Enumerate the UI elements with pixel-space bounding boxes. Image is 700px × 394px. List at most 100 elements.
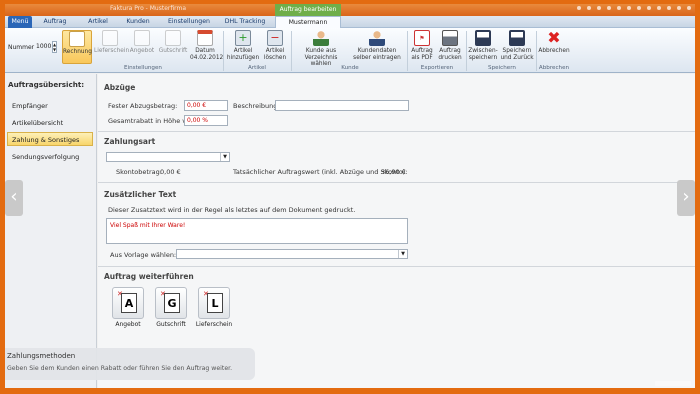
lieferschein-create-button[interactable]: ✕ L xyxy=(198,287,230,319)
button-label: Artikel xyxy=(233,48,253,54)
ribbon-tabs: Menü Auftrag Artikel Kunden Einstellunge… xyxy=(5,16,695,28)
gesamtrabatt-input[interactable]: 0,00 % xyxy=(184,115,228,126)
zusatztext-textarea[interactable]: Viel Spaß mit Ihrer Ware! xyxy=(106,218,408,244)
lieferschein-button[interactable]: Lieferschein xyxy=(94,30,129,64)
rechnung-button[interactable]: Rechnung xyxy=(62,30,92,64)
save-back-icon xyxy=(509,30,525,46)
save-icon xyxy=(475,30,491,46)
help-text: Geben Sie dem Kunden einen Rabatt oder f… xyxy=(7,365,233,372)
dot-icon xyxy=(667,6,671,10)
dot-icon xyxy=(627,6,631,10)
sidebar-item-empfaenger[interactable]: Empfänger xyxy=(7,98,93,112)
artikel-loeschen-button[interactable]: − Artikel löschen xyxy=(262,30,288,64)
dot-icon xyxy=(637,6,641,10)
ribbon-separator xyxy=(407,31,408,71)
group-label-speichern: Speichern xyxy=(488,65,516,71)
button-label: Zwischen- xyxy=(468,48,498,54)
group-label-kunde: Kunde xyxy=(341,65,359,71)
sidebar-item-sendungsverfolgung[interactable]: Sendungsverfolgung xyxy=(7,149,93,163)
calendar-icon xyxy=(197,30,213,46)
artikel-hinzufuegen-button[interactable]: + Artikel hinzufügen xyxy=(226,30,260,64)
kundendaten-eintragen-button[interactable]: Kundendaten selber eintragen xyxy=(350,30,404,64)
chevron-down-icon: ▼ xyxy=(220,153,229,161)
section-title-abzuege: Abzüge xyxy=(104,83,136,92)
section-title-weiter: Auftrag weiterführen xyxy=(104,272,194,281)
divider xyxy=(98,266,695,267)
fester-abzug-label: Fester Abzugsbetrag: xyxy=(108,102,178,110)
button-sublabel: selber eintragen xyxy=(353,54,401,61)
gesamtrabatt-label: Gesamtrabatt in Höhe von xyxy=(108,117,195,125)
button-label: Speichern xyxy=(502,48,532,54)
kunde-verzeichnis-button[interactable]: Kunde aus Verzeichnis wählen xyxy=(294,30,348,67)
vorlage-select[interactable]: ▼ xyxy=(176,249,408,259)
tab-einstellungen[interactable]: Einstellungen xyxy=(165,16,213,28)
gutschrift-create-button[interactable]: ✕ G xyxy=(155,287,187,319)
cancel-icon: ✖ xyxy=(547,28,561,47)
skonto-label: Skontobetrag: xyxy=(116,168,162,176)
button-sublabel: drucken xyxy=(438,54,462,61)
angebot-create-button[interactable]: ✕ A xyxy=(112,287,144,319)
abbrechen-button[interactable]: ✖ Abbrechen xyxy=(538,30,570,64)
sidebar-title: Auftragsübersicht: xyxy=(8,80,85,89)
divider xyxy=(98,182,695,183)
speichern-zurueck-button[interactable]: Speichern und Zurück xyxy=(500,30,534,64)
dot-icon xyxy=(577,6,581,10)
tab-auftrag[interactable]: Auftrag xyxy=(40,16,70,28)
document-a-icon xyxy=(134,30,150,46)
tab-mustermann[interactable]: Mustermann xyxy=(275,16,341,28)
cart-remove-icon: − xyxy=(267,30,283,46)
button-label: Kundendaten xyxy=(357,48,397,54)
group-label-einstellungen: Einstellungen xyxy=(124,65,162,71)
next-arrow-button[interactable]: › xyxy=(677,180,695,216)
sidebar-item-zahlung[interactable]: Zahlung & Sonstiges xyxy=(7,132,93,146)
vorlage-label: Aus Vorlage wählen: xyxy=(110,251,177,259)
group-label-exportieren: Exportieren xyxy=(420,65,454,71)
main-content: Abzüge Fester Abzugsbetrag: 0,00 € Besch… xyxy=(98,74,695,388)
document-a-icon: A xyxy=(121,293,137,313)
dot-icon xyxy=(607,6,611,10)
document-r-icon xyxy=(69,31,85,47)
sidebar: Auftragsübersicht: Empfänger Artikelüber… xyxy=(5,74,97,388)
ribbon-separator xyxy=(466,31,467,71)
ribbon-separator xyxy=(291,31,292,71)
dot-icon xyxy=(677,6,681,10)
zahlungsart-select[interactable]: ▼ xyxy=(106,152,230,162)
chevron-down-icon: ▼ xyxy=(398,250,407,258)
number-spinner[interactable]: ▲ ▼ xyxy=(52,41,57,53)
button-label: Rechnung xyxy=(63,49,92,55)
button-sublabel: speichern xyxy=(468,54,498,61)
section-title-zusatztext: Zusätzlicher Text xyxy=(104,190,177,199)
dot-icon xyxy=(687,6,691,10)
tab-artikel[interactable]: Artikel xyxy=(83,16,113,28)
auftrag-drucken-button[interactable]: Auftrag drucken xyxy=(437,30,463,64)
document-g-icon xyxy=(165,30,181,46)
customer-icon xyxy=(313,30,329,46)
sidebar-item-artikeluebersicht[interactable]: Artikelübersicht xyxy=(7,115,93,129)
angebot-button[interactable]: Angebot xyxy=(128,30,156,64)
cart-add-icon: + xyxy=(235,30,251,46)
datum-button[interactable]: Datum 04.02.2012 xyxy=(190,30,223,64)
button-sublabel: löschen xyxy=(263,54,287,61)
prev-arrow-button[interactable]: ‹ xyxy=(5,180,23,216)
number-label: Nummer xyxy=(8,44,35,51)
beschreibung-input[interactable] xyxy=(275,100,409,111)
button-sublabel: als PDF xyxy=(411,54,433,61)
button-sublabel: und Zurück xyxy=(500,54,534,61)
auftrag-pdf-button[interactable]: ⚑ Auftrag als PDF xyxy=(409,30,435,64)
button-label: Datum xyxy=(195,48,215,54)
tab-kunden[interactable]: Kunden xyxy=(123,16,153,28)
customer-edit-icon xyxy=(369,30,385,46)
fester-abzug-input[interactable]: 0,00 € xyxy=(184,100,228,111)
zwischenspeichern-button[interactable]: Zwischen- speichern xyxy=(468,30,498,64)
button-label: Artikel xyxy=(265,48,285,54)
number-input[interactable]: 1000 xyxy=(36,43,51,50)
gutschrift-button[interactable]: Gutschrift xyxy=(158,30,188,64)
divider xyxy=(98,131,695,132)
window-controls[interactable] xyxy=(577,6,691,10)
tab-menu[interactable]: Menü xyxy=(8,16,32,28)
section-title-zahlungsart: Zahlungsart xyxy=(104,137,156,146)
ribbon-separator xyxy=(223,31,224,71)
group-label-artikel: Artikel xyxy=(248,65,266,71)
tab-dhl-tracking[interactable]: DHL Tracking xyxy=(223,16,267,28)
lieferschein-label: Lieferschein xyxy=(195,321,233,328)
